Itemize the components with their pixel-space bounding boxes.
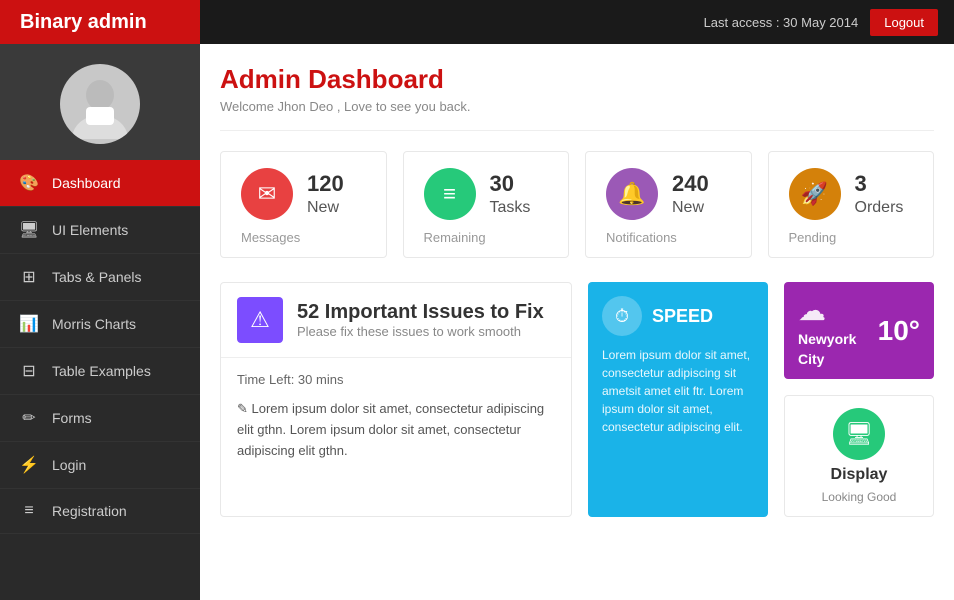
page-header: Admin Dashboard Welcome Jhon Deo , Love … xyxy=(220,44,934,131)
stat-numbers-2: 240 New xyxy=(672,171,709,217)
nav-icon-ui-elements: 🖥 xyxy=(18,220,40,240)
stat-count-2: 240 xyxy=(672,171,709,197)
weather-city-1: Newyork xyxy=(798,331,856,347)
nav-label-registration: Registration xyxy=(52,503,127,519)
stat-numbers-0: 120 New xyxy=(307,171,344,217)
stats-row: ✉ 120 New Messages ≡ 30 Tasks Remaining … xyxy=(220,151,934,258)
stat-count-1: 30 xyxy=(490,171,531,197)
alert-body: Time Left: 30 mins ✎ Lorem ipsum dolor s… xyxy=(221,358,571,475)
stat-numbers-1: 30 Tasks xyxy=(490,171,531,217)
brand-title: Binary admin xyxy=(0,0,200,44)
weather-card: ☁ Newyork City 10° xyxy=(784,282,934,379)
nav-icon-table-examples: ⊟ xyxy=(18,361,40,381)
nav-label-dashboard: Dashboard xyxy=(52,175,121,191)
stat-label-top-1: Tasks xyxy=(490,198,531,217)
alert-body-text: ✎ Lorem ipsum dolor sit amet, consectetu… xyxy=(237,399,555,461)
nav-label-morris-charts: Morris Charts xyxy=(52,316,136,332)
avatar xyxy=(60,64,140,144)
sidebar-item-registration[interactable]: ≡ Registration xyxy=(0,489,200,534)
stat-label-bottom-0: Messages xyxy=(241,230,366,245)
speed-widget: ⏱ SPEED Lorem ipsum dolor sit amet, cons… xyxy=(588,282,768,517)
sidebar-avatar xyxy=(0,44,200,160)
logout-button[interactable]: Logout xyxy=(870,9,938,36)
topbar: Binary admin Last access : 30 May 2014 L… xyxy=(0,0,954,44)
weather-city-2: City xyxy=(798,351,856,367)
stat-top-3: 🚀 3 Orders xyxy=(789,168,914,220)
stat-numbers-3: 3 Orders xyxy=(855,171,904,217)
stat-card-3: 🚀 3 Orders Pending xyxy=(768,151,935,258)
nav-icon-registration: ≡ xyxy=(18,502,40,520)
display-card: 🖥 Display Looking Good xyxy=(784,395,934,517)
display-title: Display xyxy=(831,466,888,484)
main-content: Admin Dashboard Welcome Jhon Deo , Love … xyxy=(200,44,954,600)
speed-title: SPEED xyxy=(652,306,713,327)
sidebar-nav: 🎨 Dashboard 🖥 UI Elements ⊞ Tabs & Panels 📊 Mor… xyxy=(0,160,200,600)
nav-icon-forms: ✏ xyxy=(18,408,40,428)
nav-icon-tabs-panels: ⊞ xyxy=(18,267,40,287)
sidebar-item-ui-elements[interactable]: 🖥 UI Elements xyxy=(0,207,200,254)
stat-card-0: ✉ 120 New Messages xyxy=(220,151,387,258)
stat-label-top-2: New xyxy=(672,198,709,217)
weather-info: ☁ Newyork City xyxy=(798,294,856,367)
nav-label-login: Login xyxy=(52,457,86,473)
last-access-text: Last access : 30 May 2014 xyxy=(704,15,859,30)
nav-label-tabs-panels: Tabs & Panels xyxy=(52,269,142,285)
sidebar: 🎨 Dashboard 🖥 UI Elements ⊞ Tabs & Panels 📊 Mor… xyxy=(0,44,200,600)
nav-label-ui-elements: UI Elements xyxy=(52,222,128,238)
nav-icon-dashboard: 🎨 xyxy=(18,173,40,193)
weather-temp: 10° xyxy=(878,315,920,347)
speed-text: Lorem ipsum dolor sit amet, consectetur … xyxy=(602,346,754,436)
main-inner: Admin Dashboard Welcome Jhon Deo , Love … xyxy=(200,44,954,600)
time-left: Time Left: 30 mins xyxy=(237,372,555,387)
sidebar-item-dashboard[interactable]: 🎨 Dashboard xyxy=(0,160,200,207)
stat-count-3: 3 xyxy=(855,171,904,197)
stat-count-0: 120 xyxy=(307,171,344,197)
nav-label-table-examples: Table Examples xyxy=(52,363,151,379)
alert-title: 52 Important Issues to Fix xyxy=(297,301,544,324)
stat-label-top-0: New xyxy=(307,198,344,217)
page-title: Admin Dashboard xyxy=(220,64,934,95)
stat-icon-1: ≡ xyxy=(424,168,476,220)
stat-top-1: ≡ 30 Tasks xyxy=(424,168,549,220)
avatar-image xyxy=(65,69,135,139)
speed-icon: ⏱ xyxy=(602,296,642,336)
sidebar-item-morris-charts[interactable]: 📊 Morris Charts xyxy=(0,301,200,348)
alert-icon: ⚠ xyxy=(237,297,283,343)
alert-lorem: Lorem ipsum dolor sit amet, consectetur … xyxy=(237,401,544,458)
stat-label-bottom-3: Pending xyxy=(789,230,914,245)
widgets-row: ⚠ 52 Important Issues to Fix Please fix … xyxy=(220,282,934,517)
stat-card-1: ≡ 30 Tasks Remaining xyxy=(403,151,570,258)
alert-header: ⚠ 52 Important Issues to Fix Please fix … xyxy=(221,283,571,358)
nav-icon-login: ⚡ xyxy=(18,455,40,475)
alert-subtitle: Please fix these issues to work smooth xyxy=(297,324,544,339)
sidebar-item-tabs-panels[interactable]: ⊞ Tabs & Panels xyxy=(0,254,200,301)
right-col: ☁ Newyork City 10° 🖥 Display Looking Goo… xyxy=(784,282,934,517)
nav-label-forms: Forms xyxy=(52,410,92,426)
alert-widget: ⚠ 52 Important Issues to Fix Please fix … xyxy=(220,282,572,517)
page-subtitle: Welcome Jhon Deo , Love to see you back. xyxy=(220,99,934,114)
speed-header: ⏱ SPEED xyxy=(602,296,754,336)
stat-icon-0: ✉ xyxy=(241,168,293,220)
weather-icon: ☁ xyxy=(798,295,826,326)
sidebar-item-login[interactable]: ⚡ Login xyxy=(0,442,200,489)
display-subtitle: Looking Good xyxy=(822,490,897,504)
stat-top-0: ✉ 120 New xyxy=(241,168,366,220)
alert-content: 52 Important Issues to Fix Please fix th… xyxy=(297,301,544,339)
stat-top-2: 🔔 240 New xyxy=(606,168,731,220)
stat-icon-3: 🚀 xyxy=(789,168,841,220)
stat-card-2: 🔔 240 New Notifications xyxy=(585,151,752,258)
stat-label-bottom-1: Remaining xyxy=(424,230,549,245)
edit-icon-inline: ✎ xyxy=(237,401,252,416)
sidebar-item-forms[interactable]: ✏ Forms xyxy=(0,395,200,442)
stat-label-bottom-2: Notifications xyxy=(606,230,731,245)
stat-icon-2: 🔔 xyxy=(606,168,658,220)
nav-icon-morris-charts: 📊 xyxy=(18,314,40,334)
display-icon: 🖥 xyxy=(833,408,885,460)
layout: 🎨 Dashboard 🖥 UI Elements ⊞ Tabs & Panels 📊 Mor… xyxy=(0,44,954,600)
sidebar-item-table-examples[interactable]: ⊟ Table Examples xyxy=(0,348,200,395)
stat-label-top-3: Orders xyxy=(855,198,904,217)
